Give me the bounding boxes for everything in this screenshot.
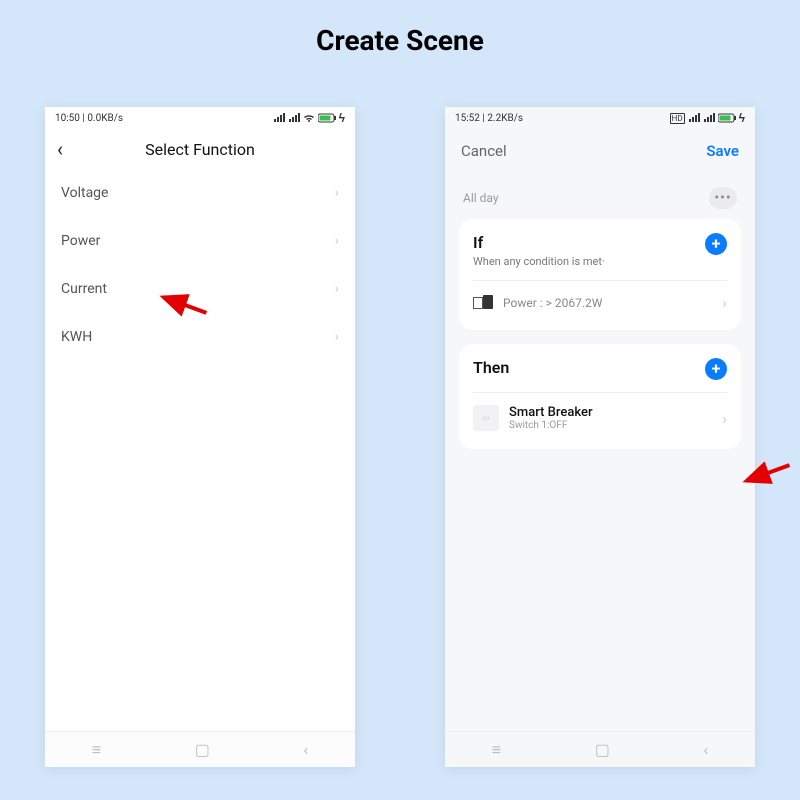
charge-icon: ϟ — [339, 111, 345, 125]
if-titles: If When any condition is met· — [473, 233, 605, 268]
status-bar: 10:50 | 0.0KB/s ϟ — [45, 107, 355, 129]
phones-wrap: 10:50 | 0.0KB/s ϟ ‹ — [0, 107, 800, 767]
save-button[interactable]: Save — [706, 142, 739, 160]
signal2-icon — [703, 113, 715, 123]
function-item-kwh[interactable]: KWH › — [45, 313, 355, 361]
nav-bar: ≡ ▢ ‹ — [45, 731, 355, 767]
signal-icon — [273, 113, 285, 123]
chevron-right-icon: › — [335, 185, 339, 201]
page-title: Create Scene — [0, 0, 800, 57]
battery-icon: ϟ — [718, 111, 745, 125]
status-left: 10:50 | 0.0KB/s — [55, 113, 123, 124]
condition-left: Power : > 2067.2W — [473, 295, 602, 311]
condition-text: Power : > 2067.2W — [503, 296, 602, 310]
function-item-voltage[interactable]: Voltage › — [45, 169, 355, 217]
then-card: Then + ▭ Smart Breaker Switch 1:OFF › — [459, 344, 741, 449]
function-item-power[interactable]: Power › — [45, 217, 355, 265]
chevron-right-icon: › — [335, 281, 339, 297]
add-action-button[interactable]: + — [705, 358, 727, 380]
battery-icon: ϟ — [318, 111, 345, 125]
nav-home-button[interactable]: ▢ — [195, 740, 210, 759]
charge-icon: ϟ — [739, 111, 745, 125]
status-left: 15:52 | 2.2KB/s — [455, 113, 523, 124]
chevron-right-icon: › — [335, 329, 339, 345]
status-right: HD ϟ — [670, 111, 745, 125]
nav-menu-button[interactable]: ≡ — [92, 740, 101, 760]
nav-back-button[interactable]: ‹ — [703, 740, 708, 759]
nav-home-button[interactable]: ▢ — [595, 740, 610, 759]
nav-bar: ≡ ▢ ‹ — [445, 731, 755, 767]
action-name: Smart Breaker — [509, 405, 593, 420]
function-label: Voltage — [61, 185, 108, 201]
status-net: 2.2KB/s — [487, 113, 523, 124]
cancel-button[interactable]: Cancel — [461, 142, 507, 160]
action-text: Smart Breaker Switch 1:OFF — [509, 405, 593, 431]
if-card-head: If When any condition is met· + — [473, 233, 727, 276]
hd-icon: HD — [670, 113, 685, 124]
status-time: 15:52 — [455, 113, 480, 124]
add-condition-button[interactable]: + — [705, 233, 727, 255]
wifi-icon — [303, 113, 315, 123]
breaker-icon: ▭ — [473, 405, 499, 431]
scene-head: All day ••• — [459, 181, 741, 219]
chevron-right-icon: › — [722, 293, 727, 312]
more-button[interactable]: ••• — [709, 187, 737, 209]
function-label: Power — [61, 233, 100, 249]
function-item-current[interactable]: Current › — [45, 265, 355, 313]
function-list: Voltage › Power › Current › KWH › — [45, 169, 355, 731]
status-right: ϟ — [273, 111, 345, 125]
condition-row[interactable]: Power : > 2067.2W › — [473, 281, 727, 324]
function-label: Current — [61, 281, 107, 297]
if-subtitle: When any condition is met· — [473, 255, 605, 268]
plus-icon: + — [712, 361, 721, 377]
action-sub: Switch 1:OFF — [509, 420, 593, 431]
status-time: 10:50 — [55, 113, 80, 124]
all-day-label: All day — [463, 191, 709, 205]
header-title: Select Function — [145, 140, 255, 159]
back-button[interactable]: ‹ — [57, 137, 63, 161]
chevron-right-icon: › — [335, 233, 339, 249]
then-card-head: Then + — [473, 358, 727, 388]
plus-icon: + — [712, 236, 721, 252]
phone-right: 15:52 | 2.2KB/s HD ϟ Cancel Save — [445, 107, 755, 767]
phone-left: 10:50 | 0.0KB/s ϟ ‹ — [45, 107, 355, 767]
nav-back-button[interactable]: ‹ — [303, 740, 308, 759]
if-card: If When any condition is met· + Power : … — [459, 219, 741, 330]
header: Cancel Save — [445, 129, 755, 173]
nav-menu-button[interactable]: ≡ — [492, 740, 501, 760]
if-title: If — [473, 233, 605, 252]
then-title: Then — [473, 358, 509, 377]
action-left: ▭ Smart Breaker Switch 1:OFF — [473, 405, 593, 431]
function-label: KWH — [61, 329, 92, 345]
signal-icon — [688, 113, 700, 123]
status-net: 0.0KB/s — [87, 113, 123, 124]
status-bar: 15:52 | 2.2KB/s HD ϟ — [445, 107, 755, 129]
device-icon — [473, 295, 495, 311]
scene-content: All day ••• If When any condition is met… — [445, 173, 755, 731]
scene-name-area[interactable]: All day — [463, 191, 709, 205]
action-row[interactable]: ▭ Smart Breaker Switch 1:OFF › — [473, 393, 727, 443]
signal2-icon — [288, 113, 300, 123]
chevron-right-icon: › — [722, 409, 727, 428]
header: ‹ Select Function — [45, 129, 355, 169]
